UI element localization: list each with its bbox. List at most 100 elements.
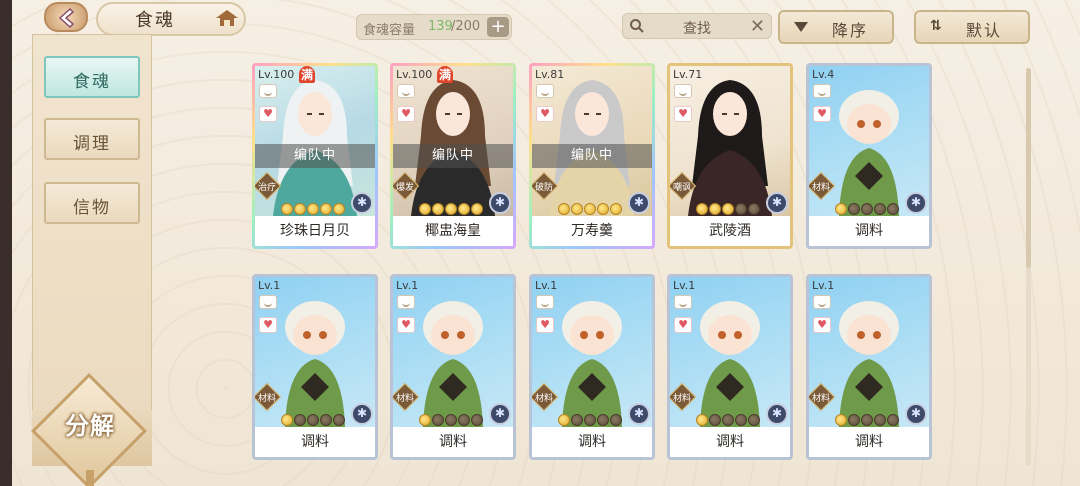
star-rating bbox=[281, 411, 346, 426]
star-rating bbox=[419, 411, 484, 426]
bowl-icon[interactable] bbox=[397, 84, 415, 98]
heart-icon[interactable]: ♥ bbox=[674, 106, 692, 122]
sidebar-item-conditioning[interactable]: 调理 bbox=[44, 118, 140, 160]
sort-order-label: 降序 bbox=[832, 21, 869, 40]
role-label: 材料 bbox=[811, 183, 830, 193]
star-icon bbox=[709, 203, 721, 215]
food-soul-card[interactable]: Lv.100 满 ♥ 编队中爆发椰盅海皇 bbox=[390, 63, 516, 249]
star-icon bbox=[735, 203, 747, 215]
star-icon bbox=[333, 414, 345, 426]
sort-mode-button[interactable]: ⇅ 默认 bbox=[914, 10, 1030, 44]
sort-icon: ⇅ bbox=[930, 18, 942, 34]
portrait-shape bbox=[708, 315, 752, 355]
screen-edge bbox=[0, 0, 12, 486]
portrait-shape bbox=[457, 331, 465, 339]
clear-search-icon[interactable]: ✕ bbox=[750, 16, 765, 37]
level-label: Lv.1 bbox=[396, 279, 419, 292]
star-icon bbox=[874, 414, 886, 426]
role-badge: 材料 bbox=[809, 382, 836, 412]
star-icon bbox=[748, 203, 760, 215]
portrait-shape bbox=[857, 120, 865, 128]
heart-icon[interactable]: ♥ bbox=[259, 317, 277, 333]
heart-icon[interactable]: ♥ bbox=[813, 317, 831, 333]
element-icon bbox=[766, 192, 788, 214]
sort-order-button[interactable]: 降序 bbox=[778, 10, 894, 44]
star-icon bbox=[848, 203, 860, 215]
home-icon[interactable] bbox=[214, 8, 240, 28]
bowl-icon[interactable] bbox=[674, 84, 692, 98]
character-name: 调料 bbox=[809, 427, 929, 457]
star-icon bbox=[610, 414, 622, 426]
food-soul-card[interactable]: Lv.81 ♥ 编队中破防万寿羹 bbox=[529, 63, 655, 249]
star-icon bbox=[696, 203, 708, 215]
portrait-shape bbox=[596, 331, 604, 339]
role-label: 嘲讽 bbox=[672, 183, 691, 193]
character-name: 武陵酒 bbox=[670, 216, 790, 246]
capacity-label: 食魂容量 bbox=[363, 23, 416, 38]
star-icon bbox=[471, 414, 483, 426]
bowl-icon[interactable] bbox=[536, 84, 554, 98]
food-soul-card[interactable]: Lv.1 ♥ 材料调料 bbox=[390, 274, 516, 460]
star-rating bbox=[281, 200, 346, 215]
star-icon bbox=[584, 414, 596, 426]
role-badge: 材料 bbox=[532, 382, 559, 412]
sidebar-item-token[interactable]: 信物 bbox=[44, 182, 140, 224]
add-capacity-button[interactable]: + bbox=[487, 17, 509, 37]
heart-icon[interactable]: ♥ bbox=[813, 106, 831, 122]
star-icon bbox=[748, 414, 760, 426]
sidebar-item-label: 信物 bbox=[73, 198, 111, 218]
star-icon bbox=[848, 414, 860, 426]
heart-icon[interactable]: ♥ bbox=[397, 317, 415, 333]
star-icon bbox=[610, 203, 622, 215]
character-name: 椰盅海皇 bbox=[393, 216, 513, 246]
bowl-icon[interactable] bbox=[813, 295, 831, 309]
role-label: 材料 bbox=[534, 394, 553, 404]
bowl-icon[interactable] bbox=[813, 84, 831, 98]
star-icon bbox=[597, 414, 609, 426]
star-icon bbox=[696, 414, 708, 426]
portrait-shape bbox=[713, 92, 747, 136]
star-icon bbox=[835, 414, 847, 426]
capacity-display: 食魂容量 139 /200 + bbox=[356, 14, 512, 40]
food-soul-card[interactable]: Lv.100 满 ♥ 编队中治疗珍珠日月贝 bbox=[252, 63, 378, 249]
search-input[interactable]: 查找 ✕ bbox=[622, 13, 772, 39]
star-icon bbox=[558, 203, 570, 215]
food-soul-card[interactable]: Lv.1 ♥ 材料调料 bbox=[529, 274, 655, 460]
bowl-icon[interactable] bbox=[674, 295, 692, 309]
portrait-shape bbox=[718, 331, 726, 339]
bowl-icon[interactable] bbox=[259, 295, 277, 309]
star-icon bbox=[835, 203, 847, 215]
sidebar-item-food-soul[interactable]: 食魂 bbox=[44, 56, 140, 98]
role-badge: 材料 bbox=[670, 382, 697, 412]
character-name: 万寿羹 bbox=[532, 216, 652, 246]
in-team-banner: 编队中 bbox=[393, 144, 513, 168]
role-badge: 材料 bbox=[393, 382, 420, 412]
character-name: 调料 bbox=[532, 427, 652, 457]
element-icon bbox=[905, 192, 927, 214]
capacity-current: 139 bbox=[428, 19, 453, 34]
star-icon bbox=[887, 203, 899, 215]
food-soul-card[interactable]: Lv.4 ♥ 材料调料 bbox=[806, 63, 932, 249]
food-soul-card[interactable]: Lv.1 ♥ 材料调料 bbox=[252, 274, 378, 460]
heart-icon[interactable]: ♥ bbox=[397, 106, 415, 122]
level-label: Lv.1 bbox=[673, 279, 696, 292]
role-label: 材料 bbox=[257, 394, 276, 404]
scrollbar-thumb[interactable] bbox=[1026, 68, 1031, 268]
bowl-icon[interactable] bbox=[259, 84, 277, 98]
bowl-icon[interactable] bbox=[536, 295, 554, 309]
food-soul-card[interactable]: Lv.1 ♥ 材料调料 bbox=[806, 274, 932, 460]
star-rating bbox=[696, 200, 761, 215]
bowl-icon[interactable] bbox=[397, 295, 415, 309]
star-icon bbox=[709, 414, 721, 426]
food-soul-card[interactable]: Lv.71 ♥ 嘲讽武陵酒 bbox=[667, 63, 793, 249]
portrait-shape bbox=[575, 92, 609, 136]
star-icon bbox=[874, 203, 886, 215]
heart-icon[interactable]: ♥ bbox=[536, 317, 554, 333]
level-label: Lv.71 bbox=[673, 68, 703, 81]
back-button[interactable] bbox=[44, 2, 88, 32]
sidebar-item-label: 调理 bbox=[73, 134, 111, 154]
food-soul-card[interactable]: Lv.1 ♥ 材料调料 bbox=[667, 274, 793, 460]
heart-icon[interactable]: ♥ bbox=[536, 106, 554, 122]
heart-icon[interactable]: ♥ bbox=[674, 317, 692, 333]
heart-icon[interactable]: ♥ bbox=[259, 106, 277, 122]
